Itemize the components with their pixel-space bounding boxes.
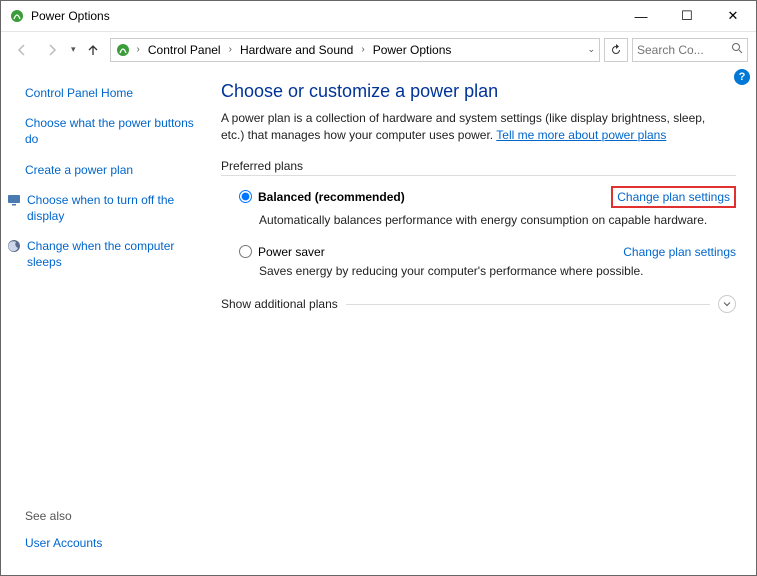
change-plan-settings-power-saver[interactable]: Change plan settings: [623, 245, 736, 259]
breadcrumb[interactable]: › Control Panel › Hardware and Sound › P…: [110, 38, 600, 62]
navbar: ▾ › Control Panel › Hardware and Sound ›…: [1, 31, 756, 67]
sleep-icon: [7, 239, 21, 253]
address-dropdown-icon[interactable]: ⌄: [585, 44, 595, 55]
breadcrumb-power-options[interactable]: Power Options: [369, 43, 456, 57]
forward-button[interactable]: [39, 37, 65, 63]
breadcrumb-hardware-sound[interactable]: Hardware and Sound: [236, 43, 357, 57]
divider: [346, 304, 710, 305]
learn-more-link[interactable]: Tell me more about power plans: [496, 128, 666, 142]
chevron-right-icon[interactable]: ›: [227, 44, 234, 55]
chevron-right-icon[interactable]: ›: [135, 44, 142, 55]
search-icon[interactable]: [731, 42, 743, 57]
change-plan-settings-balanced[interactable]: Change plan settings: [611, 186, 736, 208]
chevron-down-icon: [722, 299, 732, 309]
sidebar-create-plan[interactable]: Create a power plan: [25, 162, 201, 178]
show-additional-plans-row: Show additional plans: [221, 295, 736, 313]
plan-balanced-radio-label[interactable]: Balanced (recommended): [239, 190, 405, 204]
plan-power-saver: Power saver Change plan settings Saves e…: [239, 245, 736, 280]
plan-power-saver-name: Power saver: [258, 245, 325, 259]
search-input[interactable]: [632, 38, 748, 62]
content-area: Control Panel Home Choose what the power…: [1, 67, 756, 575]
expand-button[interactable]: [718, 295, 736, 313]
search-field[interactable]: [637, 43, 717, 57]
plan-power-saver-radio[interactable]: [239, 245, 252, 258]
page-title: Choose or customize a power plan: [221, 81, 736, 102]
page-description: A power plan is a collection of hardware…: [221, 110, 731, 145]
show-additional-plans-label: Show additional plans: [221, 297, 338, 311]
sidebar-turn-off-display[interactable]: Choose when to turn off the display: [27, 192, 201, 224]
plan-power-saver-desc: Saves energy by reducing your computer's…: [259, 263, 736, 280]
up-button[interactable]: [80, 37, 106, 63]
sidebar-user-accounts[interactable]: User Accounts: [25, 535, 201, 551]
close-button[interactable]: ✕: [710, 1, 756, 31]
recent-dropdown-icon[interactable]: ▾: [69, 44, 76, 55]
main-panel: ? Choose or customize a power plan A pow…: [211, 67, 756, 575]
plan-balanced-radio[interactable]: [239, 190, 252, 203]
sidebar-power-buttons[interactable]: Choose what the power buttons do: [25, 115, 201, 147]
divider: [221, 175, 736, 176]
refresh-button[interactable]: [604, 38, 628, 62]
power-options-icon: [9, 8, 25, 24]
breadcrumb-control-panel[interactable]: Control Panel: [144, 43, 225, 57]
see-also-label: See also: [25, 509, 201, 523]
maximize-button[interactable]: ☐: [664, 1, 710, 31]
display-off-icon: [7, 193, 21, 207]
sidebar-control-panel-home[interactable]: Control Panel Home: [25, 85, 201, 101]
help-icon[interactable]: ?: [734, 69, 750, 85]
sidebar-computer-sleeps[interactable]: Change when the computer sleeps: [27, 238, 201, 270]
plan-power-saver-radio-label[interactable]: Power saver: [239, 245, 325, 259]
plan-balanced-name: Balanced (recommended): [258, 190, 405, 204]
sidebar: Control Panel Home Choose what the power…: [1, 67, 211, 575]
preferred-plans-label: Preferred plans: [221, 159, 736, 173]
window-title: Power Options: [31, 9, 618, 23]
minimize-button[interactable]: —: [618, 1, 664, 31]
back-button[interactable]: [9, 37, 35, 63]
control-panel-icon: [115, 42, 131, 58]
plan-balanced-desc: Automatically balances performance with …: [259, 212, 736, 229]
chevron-right-icon[interactable]: ›: [359, 44, 366, 55]
titlebar: Power Options — ☐ ✕: [1, 1, 756, 31]
plan-balanced: Balanced (recommended) Change plan setti…: [239, 186, 736, 229]
